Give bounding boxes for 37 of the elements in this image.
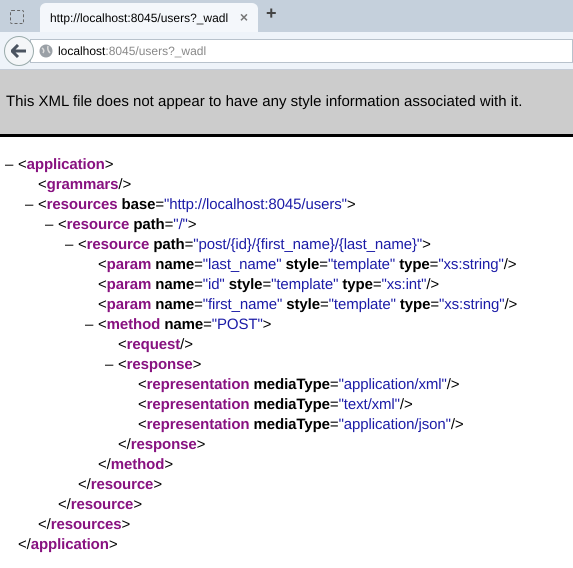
collapse-toggle[interactable]: –	[65, 235, 78, 255]
xml-line: <resource path="/">	[58, 215, 196, 235]
xml-line: <request/>	[118, 335, 193, 355]
collapse-toggle[interactable]: –	[85, 315, 98, 335]
url-host: localhost	[58, 42, 106, 60]
new-tab-button[interactable]: +	[266, 0, 277, 27]
xml-line: <resource path="post/{id}/{first_name}/{last_name}">	[78, 235, 431, 255]
xml-line: <application>	[18, 155, 114, 175]
xml-line: <representation mediaType="application/json"/>	[138, 415, 464, 435]
browser-tab[interactable]: http://localhost:8045/users?_wadl ×	[40, 3, 258, 32]
back-arrow-icon	[11, 44, 27, 58]
xml-line: <resources base="http://localhost:8045/users">	[38, 195, 356, 215]
back-button[interactable]	[4, 36, 34, 66]
collapse-toggle[interactable]: –	[45, 215, 58, 235]
close-icon[interactable]: ×	[240, 7, 248, 28]
xml-line: </application>	[18, 535, 118, 555]
collapse-toggle[interactable]: –	[25, 195, 38, 215]
xml-line: <representation mediaType="text/xml"/>	[138, 395, 413, 415]
xml-line: <response>	[118, 355, 202, 375]
collapse-toggle[interactable]: –	[5, 155, 18, 175]
globe-icon	[39, 44, 53, 58]
tab-title: http://localhost:8045/users?_wadl	[50, 10, 228, 26]
info-message: This XML file does not appear to have any style information associated with it.	[6, 92, 522, 112]
xml-line: </resources>	[38, 515, 130, 535]
url-path: :8045/users?_wadl	[105, 42, 206, 60]
xml-line: <representation mediaType="application/xml"/>	[138, 375, 460, 395]
xml-line: <grammars/>	[38, 175, 132, 195]
collapse-toggle[interactable]: –	[105, 355, 118, 375]
xml-line: <param name="first_name" style="template" type="xs:string"/>	[98, 295, 518, 315]
xml-line: <method name="POST">	[98, 315, 272, 335]
xml-line: </response>	[118, 435, 206, 455]
xml-line: <param name="last_name" style="template" type="xs:string"/>	[98, 255, 516, 275]
xml-line: <param name="id" style="template" type="xs:int"/>	[98, 275, 440, 295]
xml-line: </resource>	[58, 495, 142, 515]
xml-line: </resource>	[78, 475, 162, 495]
address-bar[interactable]: localhost:8045/users?_wadl	[30, 38, 573, 62]
xml-line: </method>	[98, 455, 173, 475]
